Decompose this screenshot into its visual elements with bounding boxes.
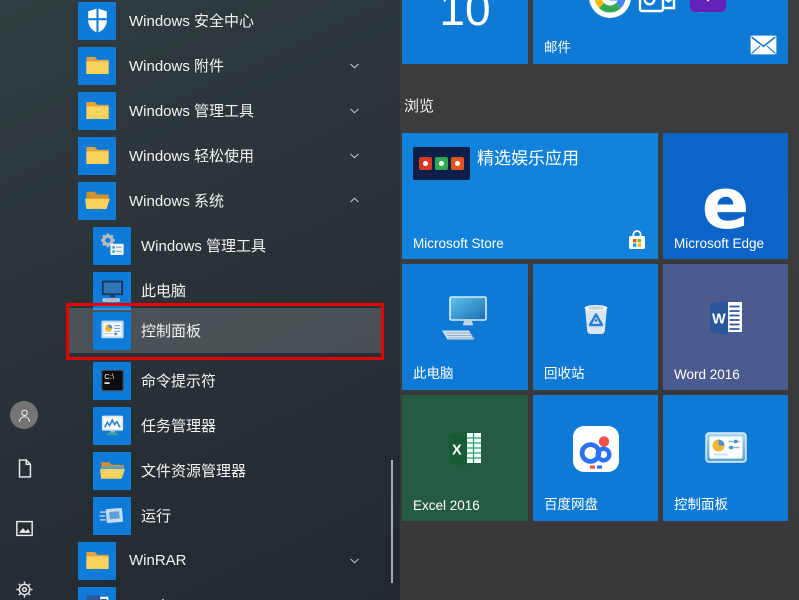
svg-text:W: W	[712, 312, 726, 328]
chevron-up-icon	[347, 193, 362, 208]
gear-icon	[13, 578, 36, 600]
mail-envelope-icon	[750, 35, 777, 55]
pictures-icon	[13, 517, 36, 540]
file-explorer-icon	[93, 452, 131, 490]
word-icon	[78, 587, 116, 600]
tile-calendar[interactable]: 10	[402, 0, 528, 64]
app-item-windows-ease-of-access[interactable]: Windows 轻松使用	[66, 133, 384, 178]
app-list-scrollbar[interactable]	[391, 460, 393, 583]
app-item-task-manager[interactable]: 任务管理器	[66, 403, 384, 448]
app-item-this-pc[interactable]: 此电脑	[66, 268, 384, 313]
chevron-down-icon	[347, 553, 362, 568]
chevron-down-icon	[347, 148, 362, 163]
folder-icon	[78, 92, 116, 130]
chevron-down-icon	[347, 58, 362, 73]
tile-group-label: 浏览	[404, 95, 434, 116]
folder-open-icon	[78, 182, 116, 220]
app-item-windows-system[interactable]: Windows 系统	[66, 178, 384, 223]
tile-control-panel[interactable]: 控制面板	[663, 395, 788, 521]
pictures-button[interactable]	[8, 512, 40, 544]
recycle-bin-icon	[570, 292, 622, 344]
tile-label: 邮件	[544, 36, 571, 56]
tile-word-2016[interactable]: W Word 2016	[663, 264, 788, 390]
app-item-file-explorer[interactable]: 文件资源管理器	[66, 448, 384, 493]
start-menu-tiles-panel: 浏览 10	[400, 0, 799, 600]
tile-label: 回收站	[544, 362, 585, 382]
outlook-account-icon	[637, 0, 677, 22]
user-account-button[interactable]	[8, 399, 40, 431]
tile-microsoft-edge[interactable]: e Microsoft Edge	[663, 133, 788, 259]
task-manager-icon	[93, 407, 131, 445]
app-item-windows-admin-tools-group[interactable]: Windows 管理工具	[66, 88, 384, 133]
tile-baidu-netdisk[interactable]: 百度网盘	[533, 395, 658, 521]
tile-label: Microsoft Edge	[674, 236, 764, 251]
excel-logo-icon: X	[442, 428, 488, 470]
tile-excel-2016[interactable]: X Excel 2016	[402, 395, 528, 521]
app-item-windows-admin-tools[interactable]: Windows 管理工具	[66, 223, 384, 268]
app-item-control-panel[interactable]: 控制面板	[66, 308, 384, 353]
app-item-word-2016[interactable]: Word 2016	[66, 583, 384, 600]
app-item-winrar[interactable]: WinRAR	[66, 538, 384, 583]
store-bag-icon	[627, 229, 647, 251]
folder-icon	[78, 47, 116, 85]
document-icon	[13, 457, 36, 480]
store-banner-image	[413, 147, 470, 180]
command-prompt-icon	[93, 362, 131, 400]
word-logo-icon: W	[703, 297, 749, 339]
tile-mail[interactable]: 邮件	[533, 0, 788, 64]
documents-button[interactable]	[8, 452, 40, 484]
store-banner-app-icon	[419, 157, 432, 170]
store-banner-title: 精选娱乐应用	[477, 144, 579, 169]
app-item-windows-accessories[interactable]: Windows 附件	[66, 43, 384, 88]
this-pc-icon	[436, 292, 494, 344]
start-menu-left-panel: Windows 安全中心 Windows 附件 Windows 管理工具 Win…	[0, 0, 400, 600]
tile-label: 控制面板	[674, 493, 728, 513]
edge-logo-icon: e	[663, 169, 788, 239]
user-avatar-icon	[10, 401, 38, 429]
store-banner-app-icon	[451, 157, 464, 170]
baidu-netdisk-icon	[569, 422, 623, 476]
settings-button[interactable]	[8, 573, 40, 600]
chevron-down-icon	[347, 103, 362, 118]
google-account-icon	[588, 0, 632, 20]
tile-label: Word 2016	[674, 367, 740, 382]
run-icon	[93, 497, 131, 535]
tile-label: 此电脑	[413, 362, 454, 382]
tile-label: Microsoft Store	[413, 236, 504, 251]
calendar-date-number: 10	[402, 0, 528, 32]
app-item-run[interactable]: 运行	[66, 493, 384, 538]
app-item-command-prompt[interactable]: 命令提示符	[66, 358, 384, 403]
tile-label: 百度网盘	[544, 493, 598, 513]
app-item-windows-security[interactable]: Windows 安全中心	[66, 0, 384, 43]
admin-tools-icon	[93, 227, 131, 265]
store-banner-app-icon	[435, 157, 448, 170]
tile-recycle-bin[interactable]: 回收站	[533, 264, 658, 390]
svg-text:X: X	[452, 443, 462, 459]
folder-icon	[78, 137, 116, 175]
control-panel-icon	[93, 312, 131, 350]
tile-label: Excel 2016	[413, 498, 480, 513]
shield-icon	[78, 2, 116, 40]
this-pc-icon	[93, 272, 131, 310]
tile-this-pc[interactable]: 此电脑	[402, 264, 528, 390]
yahoo-account-icon	[688, 0, 728, 14]
control-panel-icon	[703, 430, 749, 468]
tile-microsoft-store[interactable]: 精选娱乐应用 Microsoft Store	[402, 133, 658, 259]
folder-icon	[78, 542, 116, 580]
